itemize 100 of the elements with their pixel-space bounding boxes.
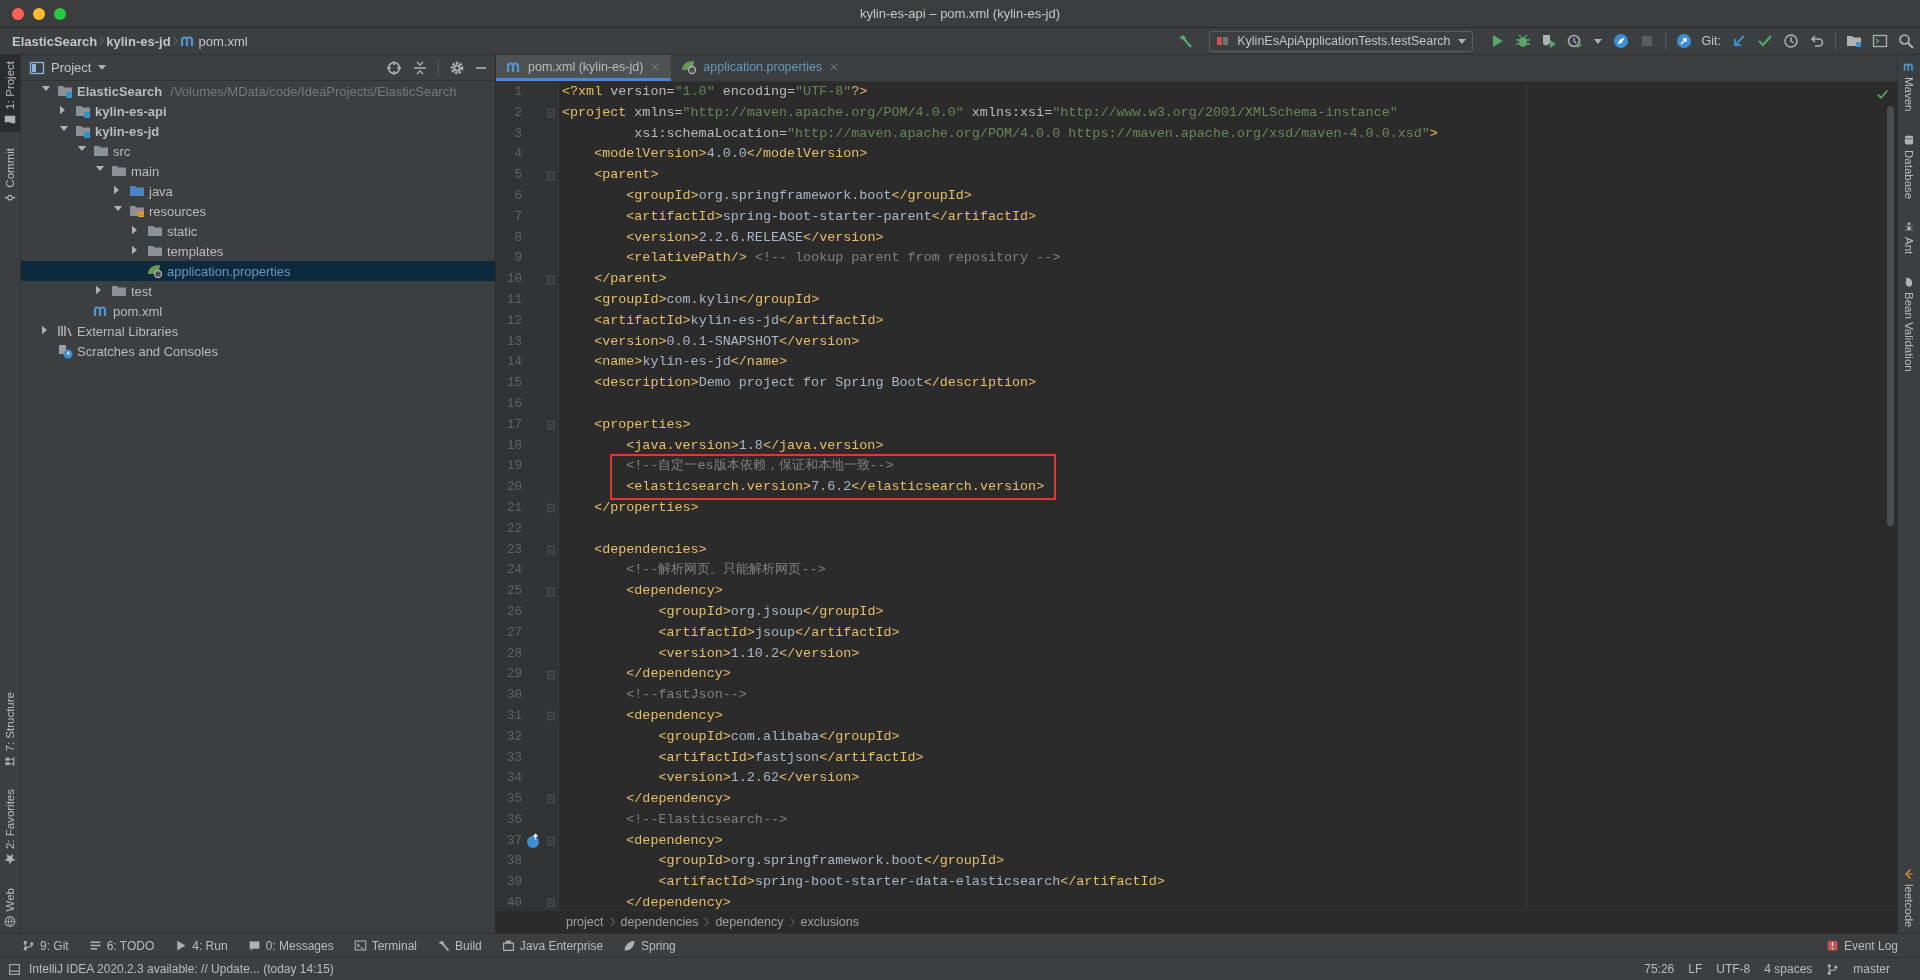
tree-item[interactable]: Scratches and Consoles: [77, 343, 218, 359]
window-minimize-button[interactable]: [33, 8, 45, 20]
fold-marker-icon[interactable]: [545, 710, 557, 723]
profiler-icon[interactable]: [1566, 33, 1583, 49]
tree-item[interactable]: External Libraries: [77, 323, 179, 339]
scrollbar[interactable]: [1887, 106, 1894, 526]
fold-marker-icon[interactable]: [545, 419, 557, 432]
expand-arrow-icon[interactable]: [59, 105, 66, 115]
tool-window-button[interactable]: Build: [437, 938, 482, 953]
check-icon[interactable]: [1757, 33, 1773, 49]
window-close-button[interactable]: [12, 8, 24, 20]
clock-icon[interactable]: [1783, 33, 1799, 49]
status-item[interactable]: UTF-8: [1716, 962, 1751, 976]
status-item[interactable]: master: [1853, 962, 1890, 976]
fold-marker-icon[interactable]: [545, 668, 557, 681]
status-item[interactable]: LF: [1688, 962, 1703, 976]
project-view-dropdown[interactable]: Project: [29, 59, 108, 76]
git-label: Git:: [1701, 34, 1721, 48]
update-icon[interactable]: [1675, 33, 1692, 49]
fold-marker-icon[interactable]: [545, 793, 557, 806]
tool-window-button[interactable]: Java Enterprise: [501, 938, 604, 953]
fold-marker-icon[interactable]: [545, 543, 557, 556]
folder-icon[interactable]: [1846, 33, 1862, 49]
tree-item[interactable]: kylin-es-jd: [95, 123, 160, 139]
editor-tab[interactable]: pom.xml (kylin-es-jd): [496, 55, 672, 81]
minimize-icon[interactable]: [475, 65, 487, 70]
xml-breadcrumb[interactable]: exclusions: [800, 915, 859, 929]
tree-item[interactable]: src: [113, 143, 131, 159]
collapse-arrow-icon[interactable]: [59, 125, 69, 132]
crosshair-icon[interactable]: [386, 59, 402, 76]
expand-arrow-icon[interactable]: [41, 325, 48, 335]
nav-breadcrumb[interactable]: ElasticSearch: [12, 33, 98, 49]
fold-marker-icon[interactable]: [545, 585, 557, 598]
compass-icon[interactable]: [1612, 33, 1629, 49]
tool-window-button[interactable]: 4: Run: [174, 938, 228, 953]
tree-item[interactable]: application.properties: [167, 263, 291, 279]
editor-tab[interactable]: application.properties: [671, 55, 851, 81]
collapse-arrow-icon[interactable]: [113, 205, 123, 212]
expand-arrow-icon[interactable]: [131, 225, 138, 235]
tree-item[interactable]: pom.xml: [113, 303, 163, 319]
tree-item[interactable]: test: [131, 283, 152, 299]
folder-icon: [93, 143, 109, 159]
settings-icon[interactable]: [449, 59, 465, 76]
expand-arrow-icon[interactable]: [113, 185, 120, 195]
nav-breadcrumb[interactable]: kylin-es-jd: [106, 33, 171, 49]
xml-breadcrumb[interactable]: project: [566, 915, 604, 929]
status-item[interactable]: 4 spaces: [1764, 962, 1813, 976]
tree-item[interactable]: ElasticSearch: [77, 83, 163, 99]
collapse-icon[interactable]: [412, 59, 428, 76]
caret-icon: [1456, 37, 1467, 45]
tree-item[interactable]: static: [167, 223, 198, 239]
tree-item[interactable]: kylin-es-api: [95, 103, 167, 119]
tool-window-tab[interactable]: 1: Project: [0, 55, 20, 132]
tree-item[interactable]: main: [131, 163, 160, 179]
nav-breadcrumb[interactable]: pom.xml: [179, 33, 248, 49]
status-item[interactable]: 75:26: [1644, 962, 1675, 976]
terminal-icon[interactable]: [1872, 33, 1888, 49]
expand-arrow-icon[interactable]: [131, 245, 138, 255]
search-icon[interactable]: [1898, 33, 1914, 49]
chevron-icon: [609, 917, 615, 927]
tree-row-highlight[interactable]: application.properties: [21, 261, 495, 281]
tool-window-button[interactable]: 6: TODO: [88, 938, 155, 953]
expand-arrow-icon[interactable]: [95, 285, 102, 295]
tool-window-button[interactable]: 0: Messages: [247, 938, 334, 953]
caret-icon[interactable]: [1592, 37, 1603, 45]
tool-window-tab[interactable]: leetcode: [1898, 861, 1920, 933]
tool-window-tab[interactable]: Bean Validation: [1898, 270, 1920, 378]
hammer-icon[interactable]: [1177, 33, 1194, 49]
fold-marker-icon[interactable]: [545, 107, 557, 120]
tool-window-tab[interactable]: 7: Structure: [0, 686, 20, 774]
collapse-arrow-icon[interactable]: [41, 85, 51, 92]
fold-marker-icon[interactable]: [545, 169, 557, 182]
undo-icon[interactable]: [1809, 33, 1825, 49]
fold-marker-icon[interactable]: [545, 835, 557, 848]
fold-marker-icon[interactable]: [545, 897, 557, 910]
tool-window-tab[interactable]: 2: Favorites: [0, 783, 20, 872]
fold-marker-icon[interactable]: [545, 502, 557, 515]
event-log-button[interactable]: Event Log: [1825, 938, 1898, 953]
arrow-icon[interactable]: [1731, 33, 1747, 49]
fold-marker-icon[interactable]: [545, 273, 557, 286]
tool-window-button[interactable]: 9: Git: [22, 938, 69, 953]
run-config-dropdown[interactable]: KylinEsApiApplicationTests.testSearch: [1209, 30, 1473, 52]
tool-window-button[interactable]: Spring: [623, 938, 676, 953]
tool-window-tab[interactable]: Commit: [0, 141, 20, 210]
tree-item[interactable]: resources: [149, 203, 207, 219]
tool-window-tab[interactable]: Database: [1898, 127, 1920, 205]
xml-breadcrumb[interactable]: dependencies: [620, 915, 699, 929]
collapse-arrow-icon[interactable]: [95, 165, 105, 172]
collapse-arrow-icon[interactable]: [77, 145, 87, 152]
tool-window-tab[interactable]: Maven: [1898, 55, 1920, 118]
tree-item[interactable]: java: [149, 183, 173, 199]
tool-window-tab[interactable]: Web: [0, 881, 20, 933]
window-zoom-button[interactable]: [54, 8, 66, 20]
tree-item[interactable]: templates: [167, 243, 224, 259]
tool-window-button[interactable]: Terminal: [353, 938, 418, 953]
coverage-icon[interactable]: [1540, 33, 1557, 49]
debug-icon[interactable]: [1514, 33, 1531, 49]
xml-breadcrumb[interactable]: dependency: [715, 915, 784, 929]
panel-icon[interactable]: [8, 962, 21, 976]
tool-window-tab[interactable]: Ant: [1898, 214, 1920, 261]
